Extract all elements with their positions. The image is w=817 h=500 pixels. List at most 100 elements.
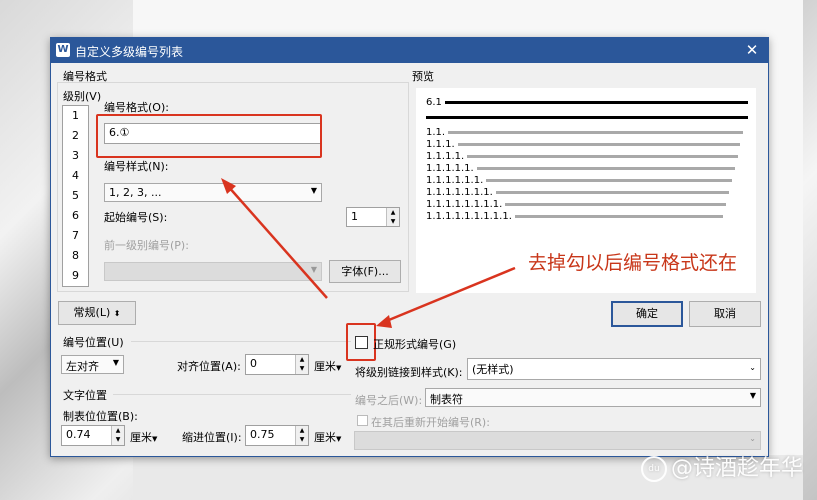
- expand-icon: ⬍: [113, 309, 121, 318]
- follow-number-select[interactable]: 制表符 ▼: [425, 388, 761, 407]
- link-style-label: 将级别链接到样式(K):: [355, 366, 463, 379]
- start-at-value: 1: [351, 210, 358, 223]
- start-at-spinner[interactable]: 1 ▲ ▼: [346, 207, 400, 227]
- align-at-spinner[interactable]: 0 ▲ ▼: [245, 354, 309, 375]
- preview-row-line: [426, 115, 748, 119]
- indent-value: 0.75: [250, 428, 275, 441]
- text-position-label: 文字位置: [63, 389, 107, 402]
- level-item[interactable]: 3: [63, 146, 88, 166]
- level-list[interactable]: 123456789: [62, 105, 89, 287]
- restart-select: ⌄: [354, 431, 761, 450]
- preview-row: 1.1.: [426, 126, 744, 138]
- restart-checkbox: [357, 415, 368, 426]
- level-item[interactable]: 4: [63, 166, 88, 186]
- number-format-highlight: [96, 114, 322, 158]
- preview-row: 1.1.1.: [426, 138, 741, 150]
- level-item[interactable]: 7: [63, 226, 88, 246]
- chevron-down-icon: ⌄: [749, 434, 756, 443]
- chevron-down-icon: ▼: [336, 435, 342, 443]
- align-at-value: 0: [250, 357, 257, 370]
- preview-row-label: 1.1.1.1.1.: [426, 162, 474, 174]
- word-app-icon: W: [56, 43, 70, 57]
- normal-toggle-button[interactable]: 常规(L) ⬍: [58, 301, 136, 325]
- align-at-unit-text: 厘米: [314, 360, 336, 373]
- indent-label: 缩进位置(I):: [182, 431, 242, 444]
- preview-row-line: [476, 166, 735, 170]
- cancel-button[interactable]: 取消: [689, 301, 761, 327]
- spin-arrows-icon[interactable]: ▲ ▼: [295, 355, 308, 374]
- indent-unit-text: 厘米: [314, 431, 336, 444]
- preview-row-label: 1.1.1.1.1.1.1.1.1.: [426, 210, 512, 222]
- ok-button[interactable]: 确定: [611, 301, 683, 327]
- level-item[interactable]: 2: [63, 126, 88, 146]
- number-align-value: 左对齐: [66, 360, 99, 373]
- watermark-text: @诗酒趁年华: [670, 456, 803, 481]
- preview-row-line: [514, 214, 724, 218]
- restart-label: 在其后重新开始编号(R):: [371, 416, 490, 429]
- number-style-label: 编号样式(N):: [104, 160, 169, 173]
- preview-row-label: 1.1.1.1.1.1.1.1.: [426, 198, 503, 210]
- watermark-logo-icon: du: [640, 456, 667, 482]
- start-at-label: 起始编号(S):: [104, 211, 168, 224]
- legal-style-label: 正规形式编号(G): [373, 338, 457, 351]
- chevron-down-icon: ▼: [152, 435, 158, 443]
- watermark: du @诗酒趁年华: [640, 450, 803, 482]
- preview-label: 预览: [412, 70, 434, 83]
- tab-position-spinner[interactable]: 0.74 ▲ ▼: [61, 425, 125, 446]
- tab-position-value: 0.74: [66, 428, 91, 441]
- spin-arrows-icon[interactable]: ▲ ▼: [295, 426, 308, 445]
- prev-level-label: 前一级别编号(P):: [104, 239, 189, 252]
- spin-arrows-icon[interactable]: ▲ ▼: [386, 208, 399, 226]
- chevron-down-icon: ▼: [336, 364, 342, 372]
- link-style-value: (无样式): [472, 363, 514, 376]
- level-item[interactable]: 8: [63, 246, 88, 266]
- preview-row-line: [495, 190, 729, 194]
- title-bar: W 自定义多级编号列表 ✕: [51, 38, 768, 63]
- level-item[interactable]: 6: [63, 206, 88, 226]
- annotation-text: 去掉勾以后编号格式还在: [528, 252, 738, 274]
- indent-unit[interactable]: 厘米▼: [314, 429, 341, 445]
- preview-row: 1.1.1.1.1.: [426, 162, 735, 174]
- number-format-group-label: 编号格式: [63, 70, 107, 83]
- preview-row-line: [505, 202, 727, 206]
- number-align-select[interactable]: 左对齐 ▼: [61, 355, 124, 374]
- preview-row: 1.1.1.1.: [426, 150, 738, 162]
- follow-number-value: 制表符: [430, 393, 463, 406]
- level-label: 级别(V): [63, 90, 102, 103]
- align-at-label: 对齐位置(A):: [177, 360, 241, 373]
- preview-row: 1.1.1.1.1.1.1.: [426, 186, 729, 198]
- preview-row-label: 1.1.1.: [426, 138, 455, 150]
- spin-arrows-icon[interactable]: ▲ ▼: [111, 426, 124, 445]
- link-style-select[interactable]: (无样式) ⌄: [467, 358, 761, 380]
- chevron-down-icon: ▼: [310, 265, 317, 274]
- tab-position-label: 制表位位置(B):: [63, 410, 138, 423]
- number-position-label: 编号位置(U): [63, 336, 124, 349]
- preview-row-label: 6.1: [426, 96, 442, 108]
- legal-style-highlight: [346, 323, 376, 361]
- number-style-select[interactable]: 1, 2, 3, ... ▼: [104, 183, 322, 202]
- preview-row-line: [486, 178, 732, 182]
- preview-row: 6.1: [426, 96, 749, 108]
- font-button[interactable]: 字体(F)...: [329, 260, 401, 283]
- normal-toggle-label: 常规(L): [73, 306, 111, 319]
- close-icon[interactable]: ✕: [742, 40, 762, 60]
- preview-row-label: 1.1.1.1.1.1.: [426, 174, 484, 186]
- preview-row: 1.1.1.1.1.1.1.1.1.: [426, 210, 724, 222]
- level-item[interactable]: 9: [63, 266, 88, 286]
- number-position-divider: [131, 341, 351, 342]
- level-item[interactable]: 1: [63, 106, 88, 126]
- preview-row-label: 1.1.1.1.1.1.1.: [426, 186, 493, 198]
- indent-spinner[interactable]: 0.75 ▲ ▼: [245, 425, 309, 446]
- preview-row-label: 1.1.1.1.: [426, 150, 465, 162]
- chevron-down-icon: ▼: [749, 391, 756, 400]
- level-item[interactable]: 5: [63, 186, 88, 206]
- preview-row: 1.1.1.1.1.1.: [426, 174, 732, 186]
- preview-row: 1.1.1.1.1.1.1.1.: [426, 198, 727, 210]
- number-format-label: 编号格式(O):: [104, 101, 169, 114]
- chevron-down-icon: ▼: [112, 358, 119, 367]
- preview-row-line: [444, 100, 749, 104]
- text-position-divider: [113, 394, 351, 395]
- tab-position-unit[interactable]: 厘米▼: [130, 429, 157, 445]
- preview-row-line: [467, 154, 738, 158]
- align-at-unit[interactable]: 厘米▼: [314, 358, 341, 374]
